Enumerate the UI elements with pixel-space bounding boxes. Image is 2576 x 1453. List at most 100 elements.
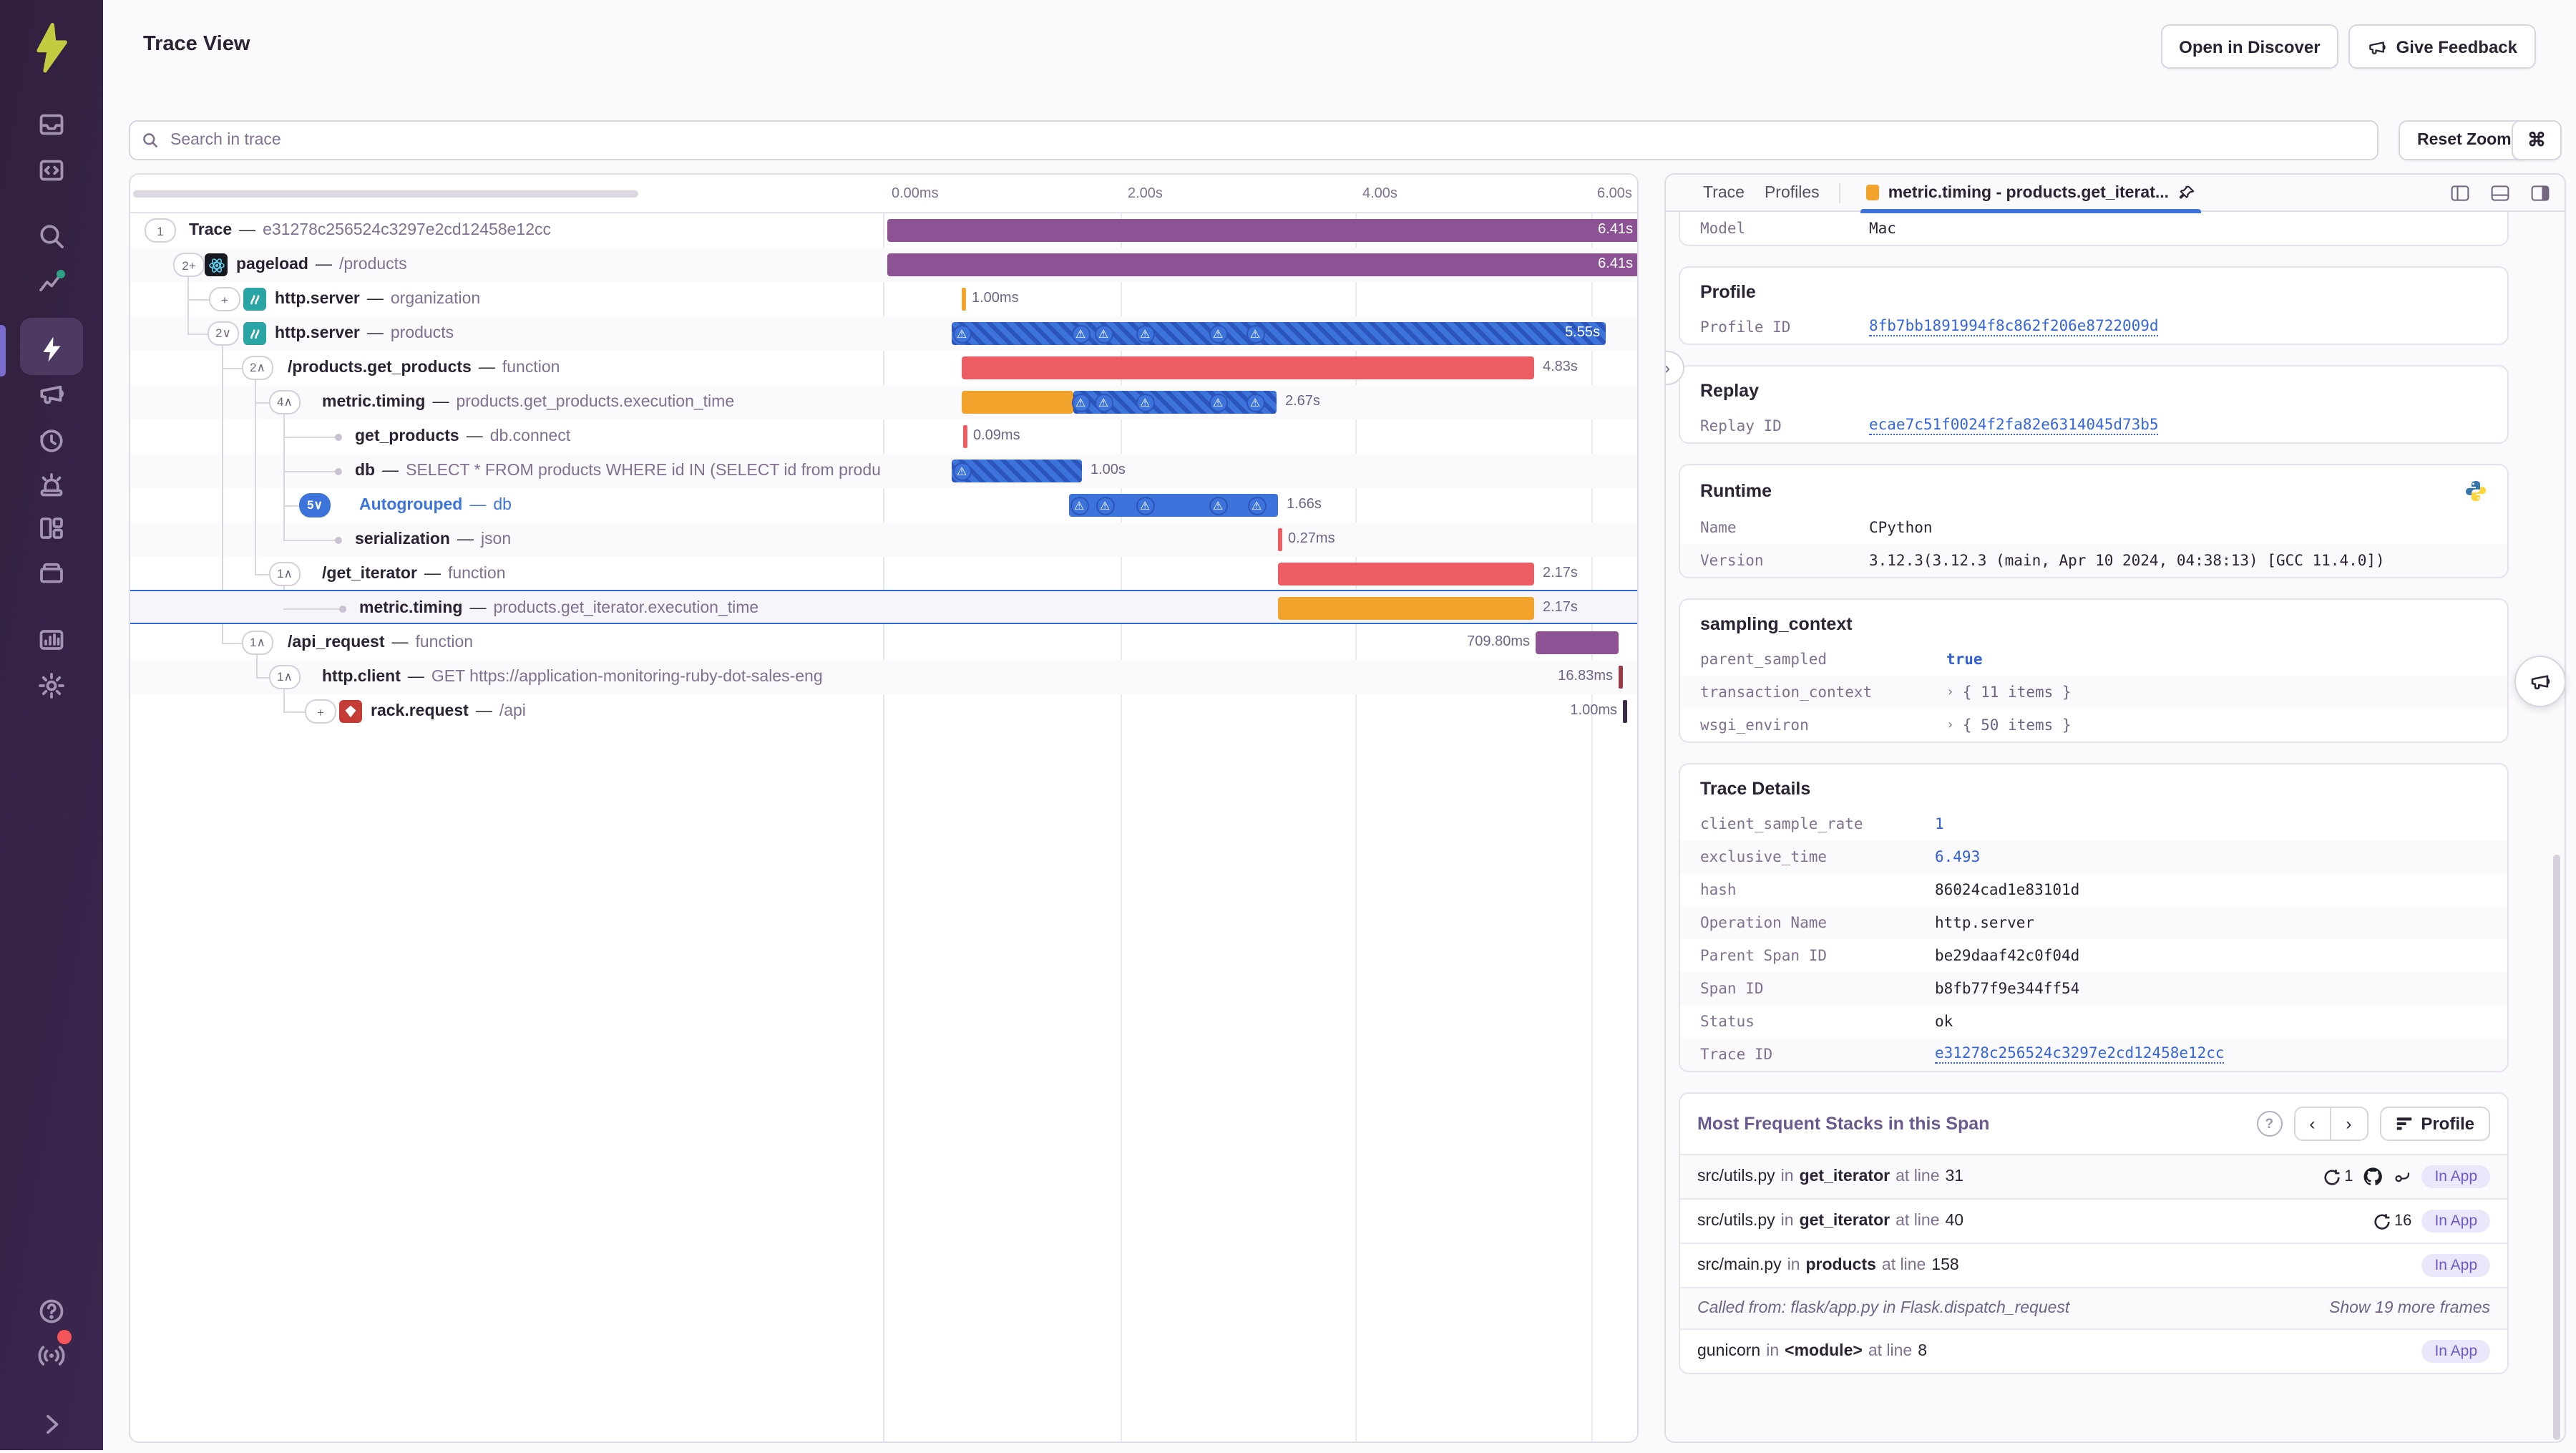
trace-row[interactable]: 1∧ /api_request — function 709.80ms (130, 626, 1637, 660)
trace-row[interactable]: db — SELECT * FROM products WHERE id IN (S… (130, 454, 1637, 488)
commit-icon[interactable] (2393, 1167, 2411, 1186)
show-more-frames-link[interactable]: Show 19 more frames (2329, 1300, 2490, 1317)
prev-stack-button[interactable]: ‹ (2293, 1107, 2331, 1141)
detail-value[interactable]: { 50 items } (1963, 716, 2072, 734)
name-column-scrollbar[interactable] (133, 190, 638, 198)
trace-row[interactable]: 2∧ /products.get_products — function 4.83s (130, 351, 1637, 385)
warning-triangle-icon[interactable]: ⚠ (1071, 324, 1090, 343)
sidebar-item-archive[interactable] (0, 544, 103, 601)
trace-row[interactable]: serialization — json 0.27ms (130, 523, 1637, 557)
expand-pill[interactable]: 2∨ (208, 321, 239, 346)
span-duration-tick[interactable] (962, 288, 966, 311)
span-duration-bar[interactable] (887, 253, 1637, 276)
span-duration-bar[interactable] (952, 322, 1606, 345)
expand-pill[interactable]: 1∧ (242, 631, 273, 655)
trace-row[interactable]: get_products — db.connect 0.09ms (130, 419, 1637, 454)
details-scrollbar[interactable] (2553, 855, 2560, 1440)
reset-zoom-button[interactable]: Reset Zoom (2399, 120, 2530, 160)
stack-frame-row[interactable]: gunicorn in <module> at line 8 In App (1680, 1328, 2507, 1373)
chevron-right-icon[interactable]: › (1946, 685, 1954, 699)
stack-frame-row[interactable]: src/main.py in products at line 158 In App (1680, 1243, 2507, 1287)
open-in-discover-button[interactable]: Open in Discover (2160, 24, 2339, 69)
warning-triangle-icon[interactable]: ⚠ (1246, 324, 1264, 343)
detail-value[interactable]: { 11 items } (1963, 684, 2072, 701)
sidebar-item-performance[interactable] (0, 253, 103, 311)
span-duration-bar[interactable] (952, 460, 1082, 482)
expand-pill[interactable]: 1 (145, 218, 176, 243)
stack-frame-row[interactable]: Called from: flask/app.py in Flask.dispa… (1680, 1287, 2507, 1328)
warning-triangle-icon[interactable]: ⚠ (1094, 393, 1113, 412)
github-icon[interactable] (2363, 1167, 2383, 1187)
shortcut-button[interactable]: ⌘ (2512, 120, 2562, 160)
trace-row[interactable]: + http.server — organization 1.00ms (130, 282, 1637, 316)
trace-row[interactable]: 1∧ /get_iterator — function 2.17s (130, 557, 1637, 591)
floating-feedback-button[interactable] (2514, 656, 2566, 707)
panel-bottom-icon[interactable] (2490, 183, 2510, 203)
expand-pill[interactable]: + (305, 699, 336, 724)
span-duration-bar[interactable] (962, 356, 1534, 379)
warning-triangle-icon[interactable]: ⚠ (1136, 393, 1154, 412)
warning-triangle-icon[interactable]: ⚠ (1136, 496, 1154, 515)
search-input[interactable] (167, 130, 2366, 150)
warning-triangle-icon[interactable]: ⚠ (952, 462, 971, 480)
trace-row[interactable]: 2+ pageload —/products 6.41s (130, 248, 1637, 282)
panel-left-icon[interactable] (2450, 183, 2470, 203)
stack-frame-row[interactable]: src/utils.py in get_iterator at line 31 1 In A… (1680, 1154, 2507, 1198)
span-duration-bar[interactable] (1536, 631, 1619, 654)
card-title: Runtime (1680, 465, 2507, 511)
tab-trace[interactable]: Trace (1703, 184, 1745, 201)
span-duration-tick[interactable] (963, 425, 967, 448)
give-feedback-button[interactable]: Give Feedback (2348, 24, 2536, 69)
help-icon[interactable]: ? (2256, 1111, 2283, 1137)
warning-triangle-icon[interactable]: ⚠ (1209, 496, 1227, 515)
span-duration-bar[interactable] (1278, 563, 1534, 585)
warning-triangle-icon[interactable]: ⚠ (1247, 496, 1266, 515)
expand-pill[interactable]: 4∧ (269, 390, 301, 414)
span-duration-tick[interactable] (1278, 528, 1282, 551)
span-duration-bar[interactable] (962, 391, 1073, 414)
detail-value[interactable]: e31278c256524c3297e2cd12458e12cc (1935, 1045, 2225, 1064)
expand-pill[interactable]: 2+ (173, 253, 205, 277)
expand-pill[interactable]: + (209, 287, 240, 311)
span-duration-tick[interactable] (1619, 666, 1623, 689)
span-duration-bar[interactable] (1278, 596, 1534, 619)
sidebar-item-projects[interactable] (0, 142, 103, 199)
span-duration-bar[interactable] (887, 219, 1637, 242)
detail-value[interactable]: ecae7c51f0024f2fa82e6314045d73b5 (1869, 417, 2159, 435)
trace-row[interactable]: 4∧ metric.timing — products.get_products.ex… (130, 385, 1637, 419)
tab-profiles[interactable]: Profiles (1765, 184, 1820, 201)
stack-frame-row[interactable]: src/utils.py in get_iterator at line 40 16 In … (1680, 1198, 2507, 1243)
warning-triangle-icon[interactable]: ⚠ (1209, 393, 1227, 412)
span-duration-tick[interactable] (1623, 700, 1627, 723)
pin-icon[interactable] (2177, 184, 2195, 201)
warning-triangle-icon[interactable]: ⚠ (1094, 324, 1113, 343)
chevron-right-icon[interactable]: › (1946, 718, 1954, 732)
detail-value[interactable]: 8fb7bb1891994f8c862f206e8722009d (1869, 318, 2159, 336)
expand-pill[interactable]: 2∧ (242, 356, 273, 380)
warning-triangle-icon[interactable]: ⚠ (1070, 496, 1088, 515)
trace-row[interactable]: metric.timing — products.get_iterator.exec… (130, 589, 1637, 623)
trace-row[interactable]: 5∨ Autogrouped — db ⚠ ⚠ ⚠ ⚠ ⚠ 1.66s (130, 488, 1637, 523)
tab-span-detail-active[interactable]: metric.timing - products.get_iterat... (1860, 175, 2201, 213)
detail-value: ok (1935, 1013, 1953, 1030)
trace-row[interactable]: + rack.request —/api 1.00ms (130, 694, 1637, 729)
sidebar-item-collapse-sidebar[interactable] (0, 1396, 103, 1453)
expand-pill[interactable]: 1∧ (269, 562, 301, 586)
warning-triangle-icon[interactable]: ⚠ (1246, 393, 1264, 412)
next-stack-button[interactable]: › (2331, 1107, 2368, 1141)
sentry-logo-icon[interactable] (26, 22, 77, 74)
trace-row[interactable]: 1∧ http.client — GET https://application-mo… (130, 660, 1637, 694)
warning-triangle-icon[interactable]: ⚠ (1071, 393, 1090, 412)
sidebar-item-settings[interactable] (0, 657, 103, 714)
expand-pill[interactable]: 1∧ (269, 665, 301, 689)
sidebar-item-whats-new[interactable] (0, 1327, 103, 1384)
expand-pill[interactable]: 5∨ (299, 493, 331, 517)
panel-right-icon[interactable] (2530, 183, 2550, 203)
warning-triangle-icon[interactable]: ⚠ (1209, 324, 1227, 343)
warning-triangle-icon[interactable]: ⚠ (1096, 496, 1114, 515)
warning-triangle-icon[interactable]: ⚠ (952, 324, 971, 343)
warning-triangle-icon[interactable]: ⚠ (1136, 324, 1154, 343)
profile-button[interactable]: Profile (2379, 1107, 2490, 1141)
trace-row[interactable]: 2∨ http.server — products ⚠ ⚠ ⚠ ⚠ ⚠ ⚠ 5.55s (130, 316, 1637, 351)
trace-row[interactable]: 1 Trace — e31278c256524c3297e2cd12458e12cc 6… (130, 213, 1637, 248)
